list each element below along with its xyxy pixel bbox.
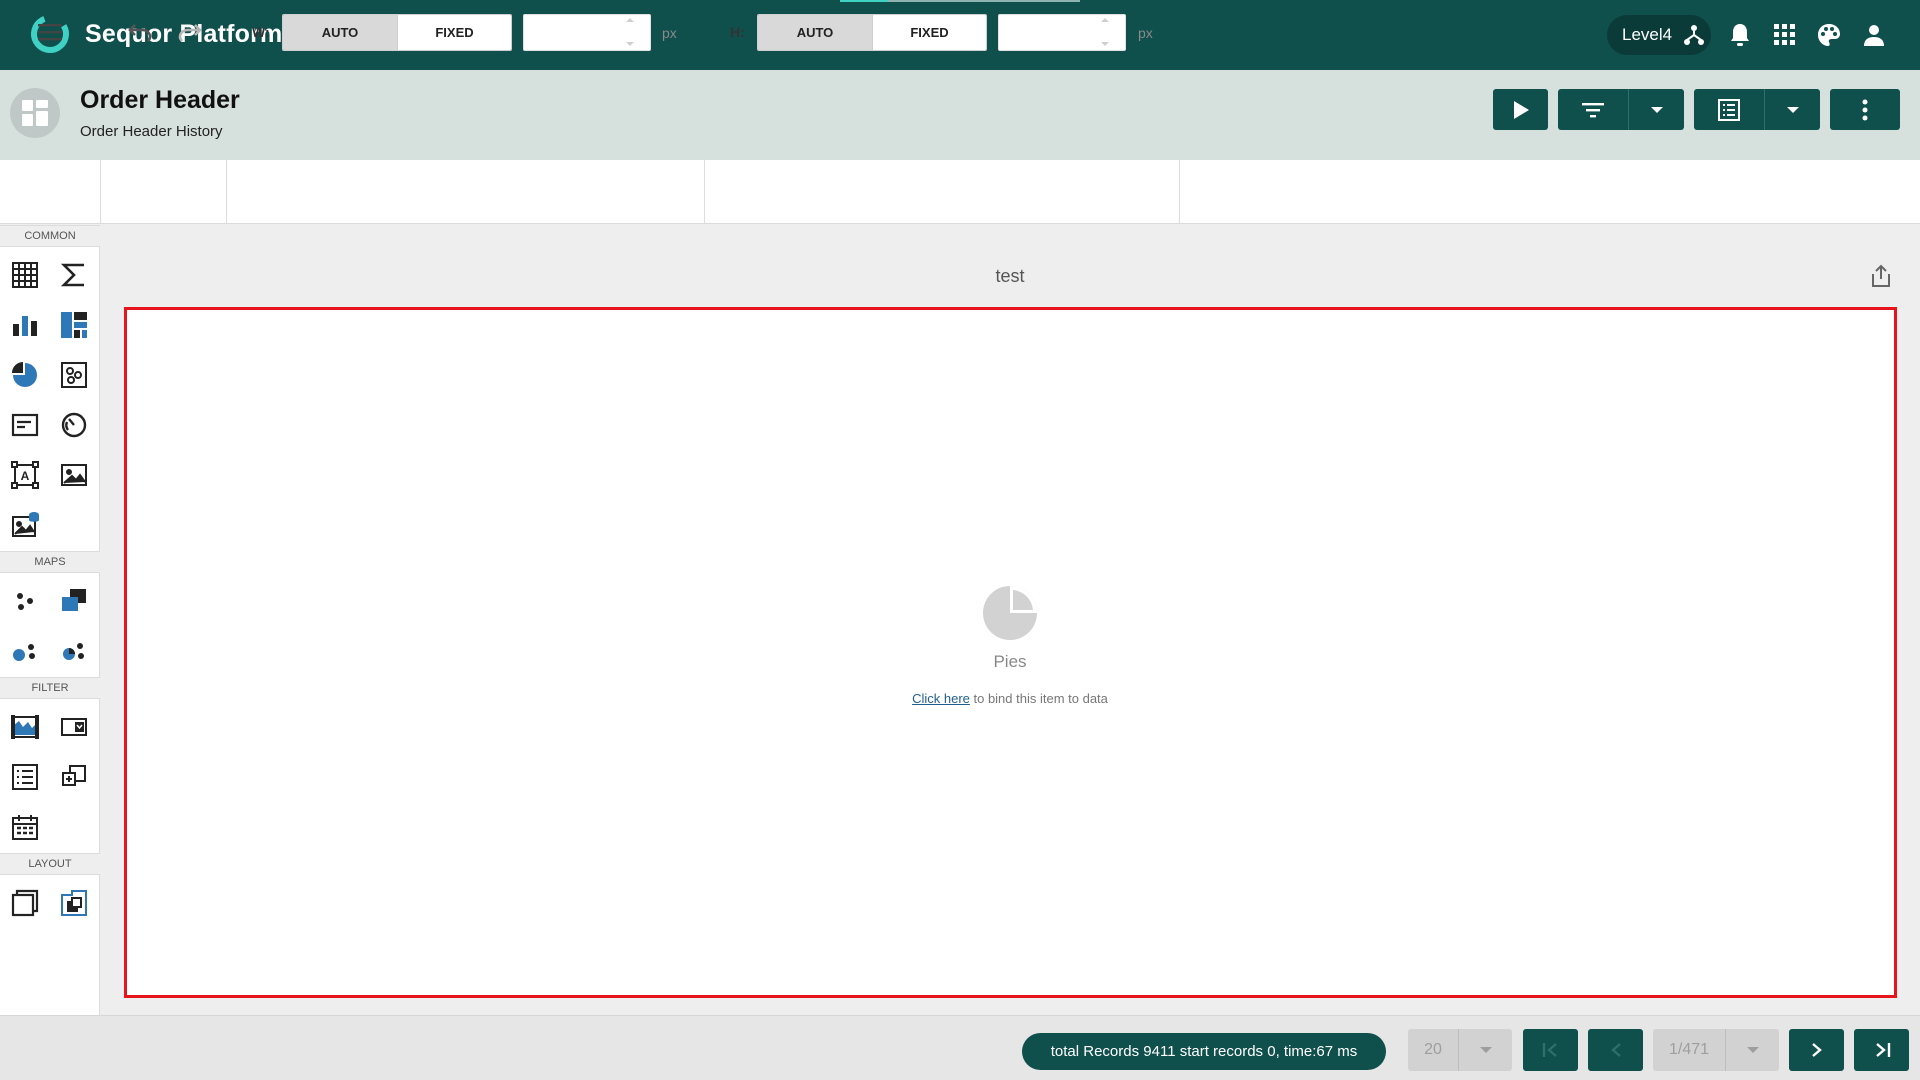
palette-icon[interactable]	[1815, 21, 1843, 49]
chevron-right-icon	[1811, 1043, 1822, 1057]
records-status: total Records 9411 start records 0, time…	[1022, 1033, 1386, 1070]
width-stepper[interactable]	[626, 18, 636, 46]
svg-text:A: A	[21, 469, 30, 483]
undo-icon[interactable]	[127, 20, 153, 44]
designer-toolbar	[0, 160, 1920, 224]
group-widget-icon[interactable]	[9, 887, 41, 919]
section-maps: MAPS	[0, 551, 100, 573]
page-size-dropdown[interactable]	[1459, 1029, 1512, 1071]
dashboard-icon	[22, 100, 48, 126]
more-vertical-icon	[1862, 99, 1868, 120]
hierarchy-icon	[1684, 25, 1705, 45]
caret-down-icon	[1479, 1047, 1492, 1053]
menu-icon[interactable]	[36, 20, 64, 44]
page-number-dropdown[interactable]	[1726, 1029, 1779, 1071]
run-button[interactable]	[1493, 89, 1548, 130]
width-label: W:	[252, 24, 270, 40]
empty-item-placeholder: Pies Click here to bind this item to dat…	[905, 585, 1115, 708]
page-size-select[interactable]: 20	[1408, 1029, 1512, 1071]
range-filter-widget-icon[interactable]	[9, 711, 41, 743]
tree-view-widget-icon[interactable]	[58, 761, 90, 793]
apps-grid-icon[interactable]	[1771, 21, 1799, 49]
width-auto-option[interactable]: AUTO	[283, 15, 397, 50]
bind-data-text: to bind this item to data	[969, 691, 1108, 706]
scatter-widget-icon[interactable]	[58, 359, 90, 391]
geo-point-map-widget-icon[interactable]	[9, 585, 41, 617]
play-icon	[1513, 100, 1529, 119]
height-fixed-option[interactable]: FIXED	[872, 15, 986, 50]
date-filter-widget-icon[interactable]	[9, 811, 41, 843]
view-button[interactable]	[1694, 89, 1764, 130]
level-label: Level4	[1622, 25, 1673, 44]
pie-map-widget-icon[interactable]	[58, 635, 90, 667]
height-stepper[interactable]	[1101, 18, 1111, 46]
first-page-icon	[1542, 1043, 1557, 1057]
view-dropdown-button[interactable]	[1765, 89, 1820, 130]
treemap-widget-icon[interactable]	[58, 309, 90, 341]
width-fixed-option[interactable]: FIXED	[397, 15, 511, 50]
width-unit: px	[662, 25, 677, 41]
filter-button[interactable]	[1558, 89, 1628, 130]
bar-chart-widget-icon[interactable]	[9, 309, 41, 341]
more-options-button[interactable]	[1830, 89, 1900, 130]
height-label: H:	[730, 24, 745, 40]
combo-box-widget-icon[interactable]	[58, 711, 90, 743]
widget-palette: COMMON A MAPS FILTER LAYOUT	[0, 225, 100, 1015]
pie-chart-icon	[983, 586, 1037, 640]
dashboard-avatar	[10, 88, 60, 138]
page-size-value: 20	[1424, 1041, 1442, 1058]
bound-image-widget-icon[interactable]	[9, 509, 41, 541]
bind-data-hint: Click here to bind this item to data	[905, 690, 1115, 708]
page-subtitle: Order Header History	[80, 123, 223, 140]
loading-bar	[840, 0, 1080, 2]
level-chip[interactable]: Level4	[1607, 15, 1711, 55]
page-number-select[interactable]: 1/471	[1653, 1029, 1779, 1071]
notifications-icon[interactable]	[1726, 21, 1754, 49]
bind-data-link[interactable]: Click here	[912, 691, 970, 706]
user-icon[interactable]	[1860, 21, 1888, 49]
chevron-left-icon	[1610, 1043, 1621, 1057]
last-page-icon	[1875, 1043, 1890, 1057]
height-auto-option[interactable]: AUTO	[758, 15, 872, 50]
list-box-widget-icon[interactable]	[9, 761, 41, 793]
filter-button-group	[1558, 89, 1684, 130]
filter-dropdown-button[interactable]	[1629, 89, 1684, 130]
redo-icon[interactable]	[177, 20, 203, 44]
last-page-button[interactable]	[1854, 1029, 1909, 1071]
card-widget-icon[interactable]	[9, 409, 41, 441]
page-title: Order Header	[80, 86, 240, 114]
export-icon[interactable]	[1868, 263, 1894, 289]
view-button-group	[1694, 89, 1820, 130]
height-mode-toggle: AUTO FIXED	[757, 14, 987, 51]
caret-down-icon	[1786, 106, 1799, 113]
placeholder-title: Pies	[993, 652, 1027, 671]
dashboard-item-title: test	[995, 266, 1025, 286]
caret-down-icon	[1650, 106, 1663, 113]
previous-page-button[interactable]	[1588, 1029, 1643, 1071]
filter-icon	[1582, 102, 1604, 117]
grid-widget-icon[interactable]	[9, 259, 41, 291]
tab-container-widget-icon[interactable]	[58, 887, 90, 919]
width-mode-toggle: AUTO FIXED	[282, 14, 512, 51]
image-widget-icon[interactable]	[58, 459, 90, 491]
text-box-widget-icon[interactable]: A	[9, 459, 41, 491]
sum-widget-icon[interactable]	[58, 259, 90, 291]
page-indicator: 1/471	[1668, 1041, 1710, 1058]
height-unit: px	[1138, 25, 1153, 41]
bubble-map-widget-icon[interactable]	[9, 635, 41, 667]
next-page-button[interactable]	[1789, 1029, 1844, 1071]
section-filter: FILTER	[0, 677, 100, 699]
caret-down-icon	[1746, 1047, 1759, 1053]
choropleth-map-widget-icon[interactable]	[58, 585, 90, 617]
first-page-button[interactable]	[1523, 1029, 1578, 1071]
gauge-widget-icon[interactable]	[58, 409, 90, 441]
list-view-icon	[1718, 98, 1740, 121]
section-layout: LAYOUT	[0, 853, 100, 875]
section-common: COMMON	[0, 225, 100, 247]
pie-widget-icon[interactable]	[9, 359, 41, 391]
